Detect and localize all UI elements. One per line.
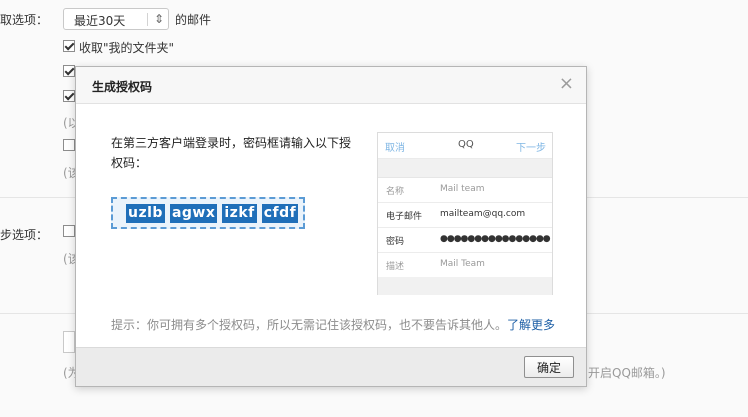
dialog-footer: 确定 bbox=[76, 347, 586, 386]
tip-text: 提示：你可拥有多个授权码，所以无需记住该授权码，也不要告诉其他人。 bbox=[111, 318, 508, 332]
period-select-value: 最近30天 bbox=[74, 14, 126, 28]
auth-code-box[interactable]: uzlb agwx izkf cfdf bbox=[111, 197, 305, 229]
auth-code-segment: agwx bbox=[169, 204, 218, 223]
phone-preview: 取消 QQ 下一步 名称 Mail team 电子邮件 mailteam@qq.… bbox=[377, 132, 553, 295]
auth-code-dialog: 生成授权码 × 在第三方客户端登录时，密码框请输入以下授权码： uzlb agw… bbox=[75, 66, 587, 387]
phone-row-description: 描述 Mail Team bbox=[378, 253, 552, 278]
select-stepper-icon: ⇕ bbox=[153, 12, 164, 26]
period-suffix: 的邮件 bbox=[175, 13, 212, 27]
dialog-instruction: 在第三方客户端登录时，密码框请输入以下授权码： bbox=[111, 136, 352, 170]
auth-code-segment: cfdf bbox=[261, 204, 299, 223]
phone-row-label: 密码 bbox=[386, 237, 405, 247]
phone-row-label: 名称 bbox=[386, 187, 405, 197]
option-checkbox-2[interactable] bbox=[63, 65, 75, 77]
phone-nav-next: 下一步 bbox=[516, 143, 546, 154]
sync-option-label: 步选项： bbox=[0, 228, 49, 242]
phone-row-value: Mail Team bbox=[440, 259, 485, 269]
dialog-title: 生成授权码 bbox=[92, 80, 153, 94]
phone-row-label: 电子邮件 bbox=[386, 212, 423, 222]
receive-option-label: 取选项： bbox=[0, 13, 49, 27]
phone-spacer bbox=[378, 159, 552, 178]
phone-nav-bar: 取消 QQ 下一步 bbox=[378, 133, 552, 159]
period-select[interactable]: 最近30天 ⇕ bbox=[63, 8, 169, 30]
phone-nav-cancel: 取消 bbox=[385, 143, 405, 154]
phone-row-label: 描述 bbox=[386, 262, 405, 272]
phone-row-password: 密码 ●●●●●●●●●●●●●●●● bbox=[378, 228, 552, 253]
my-folder-checkbox-label: 收取"我的文件夹" bbox=[79, 41, 175, 55]
background-input[interactable] bbox=[63, 331, 75, 353]
select-divider bbox=[147, 13, 148, 26]
option-checkbox-4[interactable] bbox=[63, 139, 75, 151]
phone-row-name: 名称 Mail team bbox=[378, 178, 552, 203]
ok-button[interactable]: 确定 bbox=[524, 356, 574, 378]
phone-nav-title: QQ bbox=[458, 139, 474, 150]
phone-footer bbox=[378, 277, 552, 295]
sync-checkbox[interactable] bbox=[63, 225, 75, 237]
close-icon[interactable]: × bbox=[559, 73, 574, 95]
phone-row-value: Mail team bbox=[440, 184, 485, 194]
phone-row-value: ●●●●●●●●●●●●●●●● bbox=[440, 234, 551, 244]
phone-row-email: 电子邮件 mailteam@qq.com bbox=[378, 203, 552, 228]
auth-code-segment: izkf bbox=[222, 204, 257, 223]
auth-code-segment: uzlb bbox=[126, 204, 165, 223]
my-folder-checkbox[interactable] bbox=[63, 40, 75, 52]
footer-hint-tail: 开启QQ邮箱。) bbox=[588, 366, 666, 380]
phone-row-value: mailteam@qq.com bbox=[440, 209, 526, 219]
option-checkbox-3[interactable] bbox=[63, 90, 75, 102]
dialog-tip: 提示：你可拥有多个授权码，所以无需记住该授权码，也不要告诉其他人。了解更多 bbox=[111, 316, 555, 333]
dialog-header: 生成授权码 × bbox=[76, 67, 586, 104]
learn-more-link[interactable]: 了解更多 bbox=[507, 318, 555, 332]
